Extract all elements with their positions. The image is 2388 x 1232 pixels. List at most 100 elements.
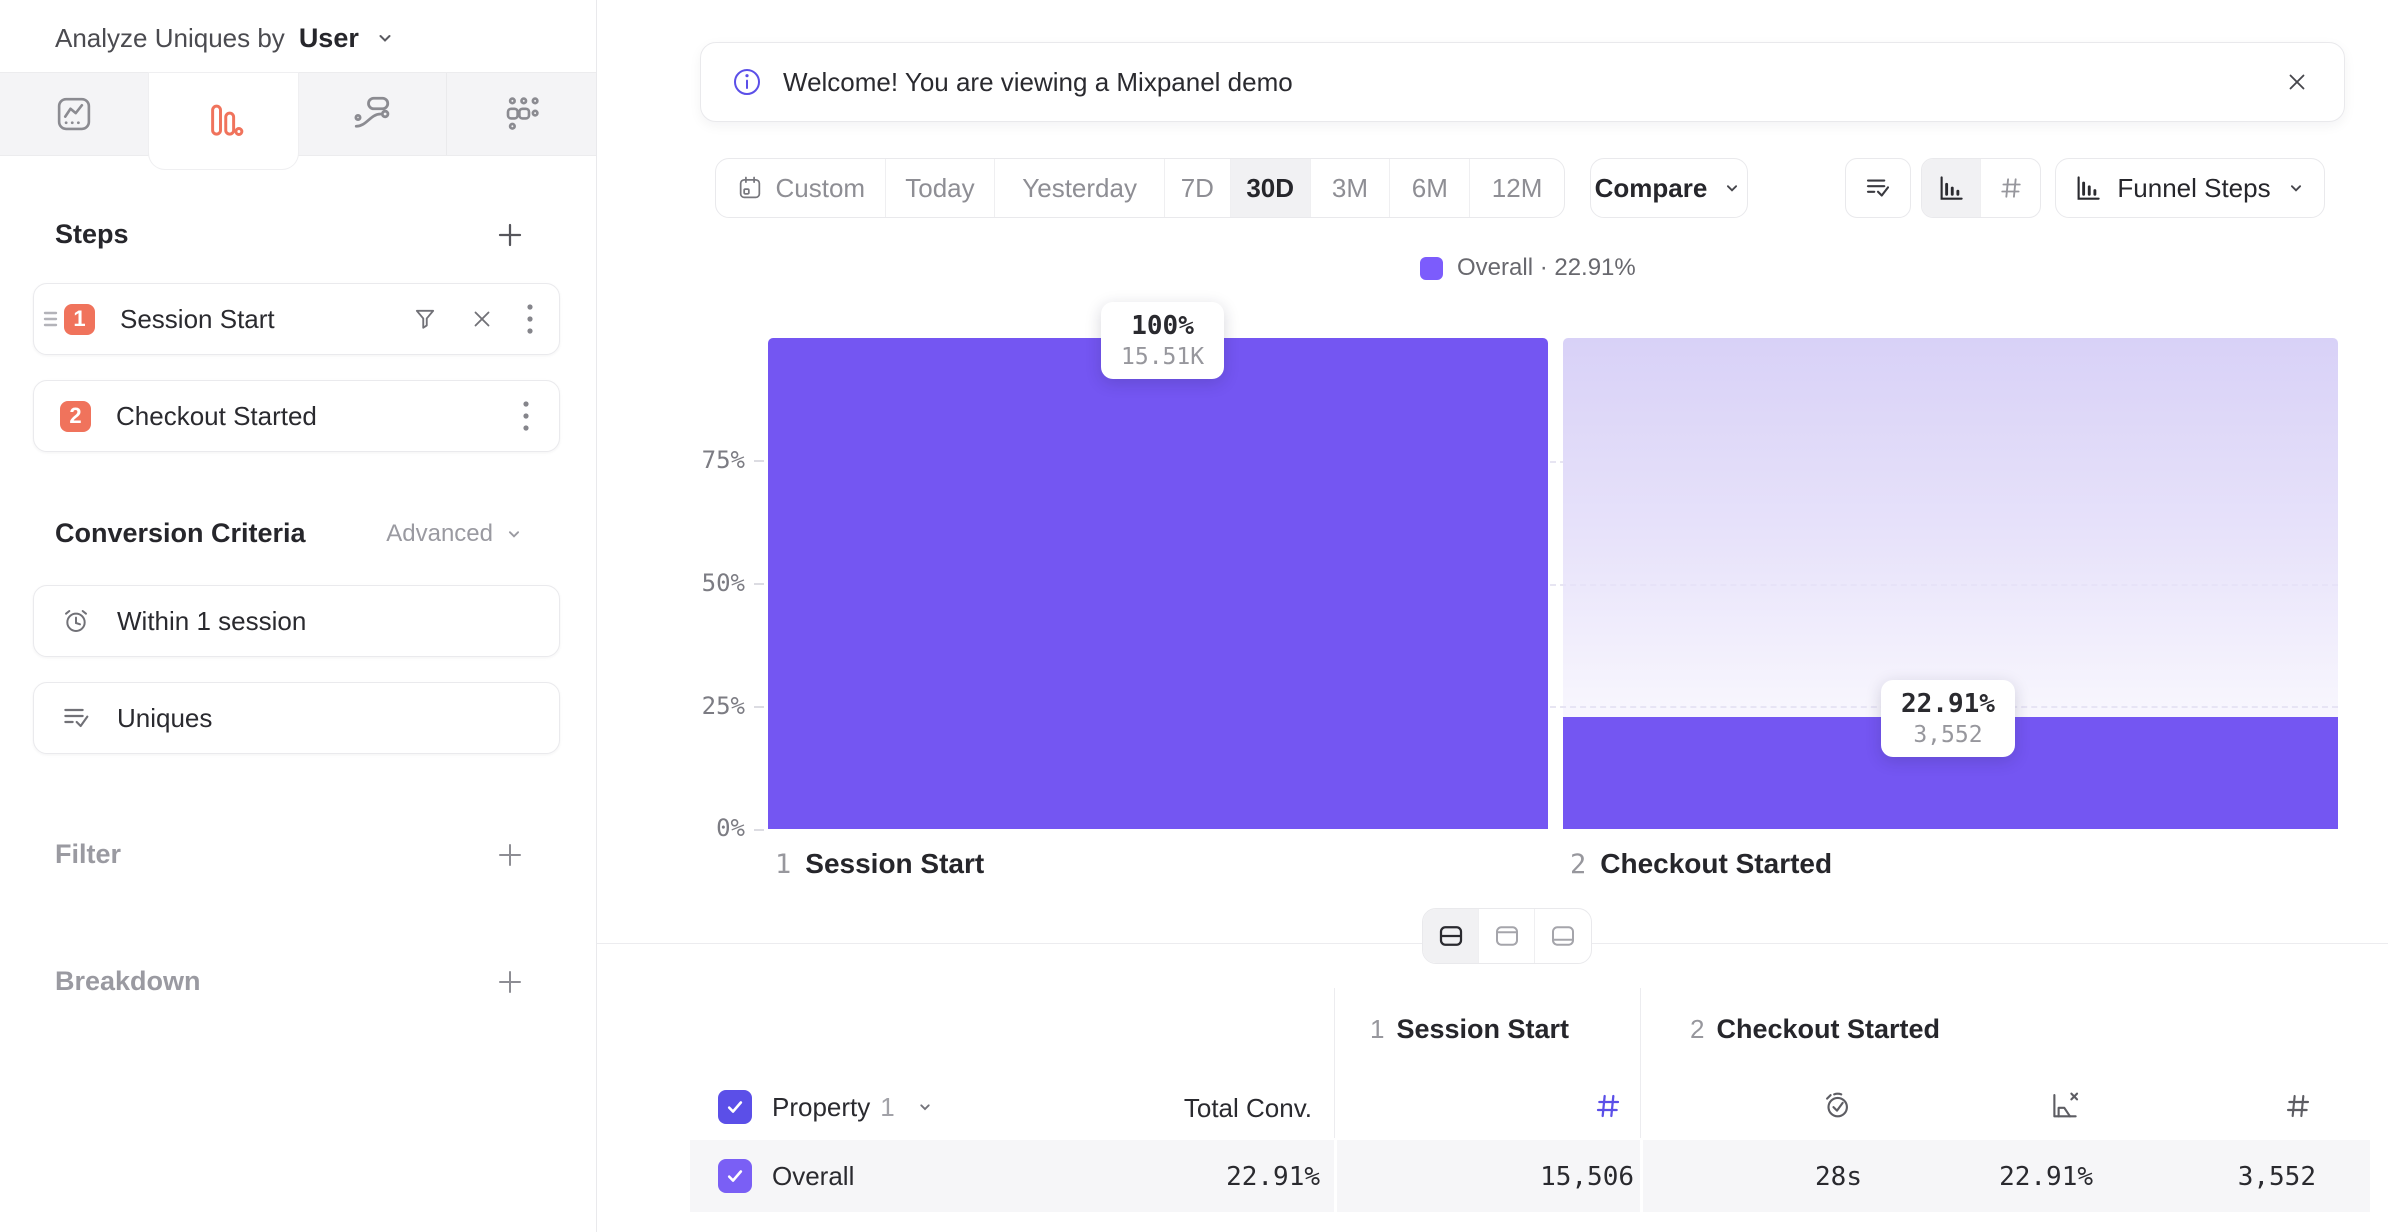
- step-menu-kebab-icon[interactable]: [525, 302, 535, 336]
- breakdown-title: Breakdown: [55, 966, 201, 997]
- alarm-clock-icon: [60, 605, 92, 637]
- tab-retention[interactable]: [447, 73, 596, 155]
- add-step-button[interactable]: [495, 220, 525, 250]
- tab-funnels[interactable]: [149, 73, 298, 169]
- range-30d[interactable]: 30D: [1231, 159, 1311, 217]
- number-toggle[interactable]: [1981, 159, 2040, 217]
- property-header: Property 1: [718, 1090, 935, 1124]
- layout-split-button[interactable]: [1423, 909, 1479, 963]
- bar-chart-toggle[interactable]: [1922, 159, 1981, 217]
- step1-count-column-icon[interactable]: [1592, 1090, 1624, 1122]
- bar-chart-icon: [1936, 173, 1966, 203]
- counting-method-label[interactable]: Uniques: [117, 703, 212, 734]
- uniques-check-icon: [1863, 173, 1893, 203]
- range-3m[interactable]: 3M: [1311, 159, 1391, 217]
- step-label[interactable]: Checkout Started: [116, 401, 317, 432]
- row-label: Overall: [772, 1161, 854, 1192]
- layout-table-button[interactable]: [1535, 909, 1591, 963]
- steps-header: Steps: [55, 219, 525, 250]
- funnel-bar-step1[interactable]: [768, 338, 1548, 829]
- cell-total-conv: 22.91%: [1120, 1162, 1320, 1192]
- select-all-checkbox[interactable]: [718, 1090, 752, 1124]
- filter-title: Filter: [55, 839, 121, 870]
- bar-value-tooltip-step1: 100% 15.51K: [1101, 302, 1224, 379]
- funnel-chart: 75% 50% 25% 0% 100% 15.51K 22.91% 3,552 …: [597, 300, 2388, 900]
- funnels-icon: [203, 100, 245, 142]
- step-menu-kebab-icon[interactable]: [521, 399, 531, 433]
- bar-value-tooltip-step2: 22.91% 3,552: [1881, 680, 2015, 757]
- x-label-step2: 2 Checkout Started: [1570, 848, 1832, 880]
- range-12m[interactable]: 12M: [1470, 159, 1564, 217]
- cell-step2-time: 28s: [1662, 1162, 1862, 1192]
- table-group-header-step1: 1 Session Start: [1370, 1014, 1569, 1045]
- conversion-criteria-header: Conversion Criteria Advanced: [55, 518, 525, 549]
- analyze-label: Analyze Uniques by: [55, 23, 285, 54]
- value-display-toggle: [1921, 158, 2041, 218]
- insights-icon: [53, 93, 95, 135]
- range-today[interactable]: Today: [886, 159, 996, 217]
- y-tickmark: [754, 583, 764, 585]
- y-tick-50: 50%: [675, 569, 745, 597]
- conversion-criteria-title: Conversion Criteria: [55, 518, 306, 549]
- y-tick-25: 25%: [675, 692, 745, 720]
- add-filter-button[interactable]: [495, 840, 525, 870]
- total-conv-header[interactable]: Total Conv.: [1012, 1093, 1312, 1124]
- info-icon: [731, 66, 763, 98]
- property-index: 1: [880, 1092, 894, 1123]
- step-card-2[interactable]: 2 Checkout Started: [33, 380, 560, 452]
- layout-chart-button[interactable]: [1479, 909, 1534, 963]
- advanced-dropdown[interactable]: Advanced: [386, 520, 525, 548]
- uniques-toggle-button[interactable]: [1845, 158, 1911, 218]
- compare-button[interactable]: Compare: [1590, 158, 1748, 218]
- close-banner-icon[interactable]: [2284, 69, 2310, 95]
- property-label[interactable]: Property: [772, 1092, 870, 1123]
- range-custom[interactable]: Custom: [716, 159, 886, 217]
- steps-title: Steps: [55, 219, 129, 250]
- chart-legend[interactable]: Overall · 22.91%: [1420, 254, 1636, 282]
- step-label[interactable]: Session Start: [120, 304, 275, 335]
- chevron-down-icon[interactable]: [373, 26, 397, 50]
- sidebar: Analyze Uniques by User: [0, 0, 597, 1232]
- conversion-window-label[interactable]: Within 1 session: [117, 606, 306, 637]
- welcome-banner: Welcome! You are viewing a Mixpanel demo: [700, 42, 2345, 122]
- y-tick-75: 75%: [675, 446, 745, 474]
- legend-text: Overall · 22.91%: [1457, 254, 1636, 282]
- legend-swatch: [1420, 257, 1443, 280]
- avg-time-column-icon[interactable]: [1820, 1088, 1854, 1122]
- hash-icon: [1997, 174, 2025, 202]
- step-card-1[interactable]: 1 Session Start: [33, 283, 560, 355]
- row-checkbox[interactable]: [718, 1159, 752, 1193]
- filter-header: Filter: [55, 839, 525, 870]
- step-number-badge: 2: [60, 401, 91, 432]
- conversion-window-card[interactable]: Within 1 session: [33, 585, 560, 657]
- funnel-steps-icon: [2073, 173, 2103, 203]
- conv-rate-column-icon[interactable]: [2048, 1088, 2082, 1122]
- report-type-tabs: [0, 72, 596, 156]
- tab-flows[interactable]: [298, 73, 447, 155]
- analyze-header: Analyze Uniques by User: [55, 18, 397, 58]
- tab-insights[interactable]: [0, 73, 149, 155]
- filter-step-icon[interactable]: [411, 305, 439, 333]
- row-label-cell: Overall: [718, 1159, 854, 1193]
- flows-icon: [351, 93, 393, 135]
- y-tickmark: [754, 460, 764, 462]
- step-number-badge: 1: [64, 304, 95, 335]
- chevron-down-icon[interactable]: [915, 1097, 935, 1117]
- layout-split-icon: [1436, 921, 1466, 951]
- analyze-value-dropdown[interactable]: User: [299, 23, 359, 54]
- view-selector-dropdown[interactable]: Funnel Steps: [2055, 158, 2325, 218]
- date-range-control: Custom Today Yesterday 7D 30D 3M 6M 12M: [715, 158, 1565, 218]
- step2-count-column-icon[interactable]: [2282, 1090, 2314, 1122]
- range-6m[interactable]: 6M: [1390, 159, 1470, 217]
- range-7d[interactable]: 7D: [1165, 159, 1231, 217]
- layout-chart-icon: [1492, 921, 1522, 951]
- banner-message: Welcome! You are viewing a Mixpanel demo: [783, 67, 1293, 98]
- drag-handle-icon[interactable]: [42, 307, 60, 331]
- cell-step1-count: 15,506: [1434, 1162, 1634, 1192]
- table-group-header-step2: 2 Checkout Started: [1690, 1014, 1940, 1045]
- cell-step2-count: 3,552: [2116, 1162, 2316, 1192]
- add-breakdown-button[interactable]: [495, 967, 525, 997]
- remove-step-icon[interactable]: [469, 306, 495, 332]
- counting-method-card[interactable]: Uniques: [33, 682, 560, 754]
- range-yesterday[interactable]: Yesterday: [995, 159, 1165, 217]
